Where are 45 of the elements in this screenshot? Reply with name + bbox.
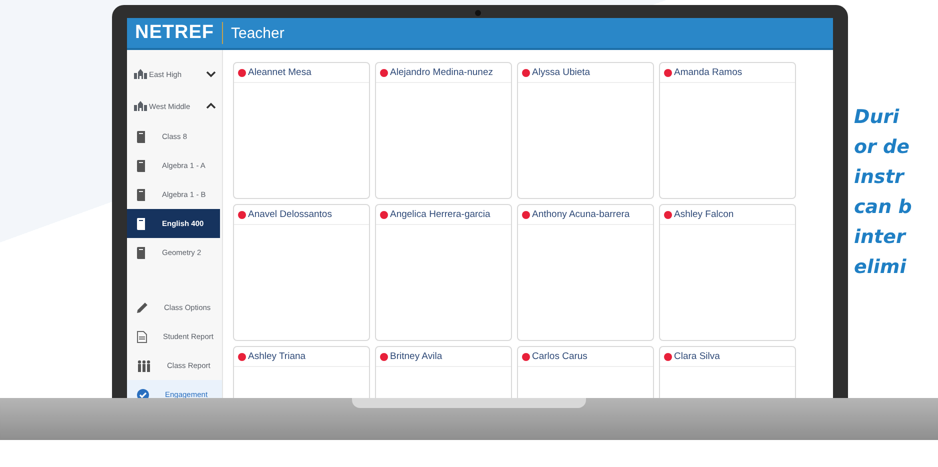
blurb-text: or de [854,135,911,160]
student-card[interactable]: Aleannet Mesa [233,62,370,199]
student-name: Ashley Falcon [674,209,734,220]
student-name: Alyssa Ubieta [532,67,590,78]
student-name: Ashley Triana [248,351,306,362]
blurb-text: elimi [854,255,908,280]
pencil-icon [137,302,148,313]
document-icon [137,330,147,342]
logo: NETREF [135,22,214,44]
blurb-text: instr [854,165,906,190]
school-icon [134,101,147,111]
student-name: Clara Silva [674,351,720,362]
student-card[interactable]: Amanda Ramos [659,62,796,199]
student-card[interactable]: Anthony Acuna-barrera [517,204,654,341]
school-icon [134,69,147,79]
student-name: Anthony Acuna-barrera [532,209,630,220]
student-name: Angelica Herrera-garcia [390,209,490,220]
book-icon [137,218,146,230]
student-card[interactable]: Ashley Falcon [659,204,796,341]
student-card[interactable]: Ashley Triana [233,346,370,400]
student-card[interactable]: Carlos Carus [517,346,654,400]
student-card[interactable]: Clara Silva [659,346,796,400]
student-name: Amanda Ramos [674,67,742,78]
book-icon [137,246,146,258]
student-name: Carlos Carus [532,351,588,362]
blurb-text: Duri [854,105,900,130]
blurb-text: inter [854,225,908,250]
student-card[interactable]: Anavel Delossantos [233,204,370,341]
app-title: Teacher [231,24,284,42]
student-name: Aleannet Mesa [248,67,312,78]
chevron-up-icon[interactable] [206,102,216,110]
student-card[interactable]: Alejandro Medina-nunez [375,62,512,199]
people-icon [137,360,151,372]
chevron-down-icon[interactable] [206,70,216,78]
student-name: Alejandro Medina-nunez [390,67,493,78]
blurb-text: can b [854,195,912,220]
student-card[interactable]: Alyssa Ubieta [517,62,654,199]
student-card[interactable]: Angelica Herrera-garcia [375,204,512,341]
student-name: Britney Avila [390,351,442,362]
book-icon [137,188,146,200]
book-icon [137,160,146,172]
book-icon [137,130,146,142]
camera-dot [475,10,481,16]
student-card[interactable]: Britney Avila [375,346,512,400]
student-name: Anavel Delossantos [248,209,332,220]
